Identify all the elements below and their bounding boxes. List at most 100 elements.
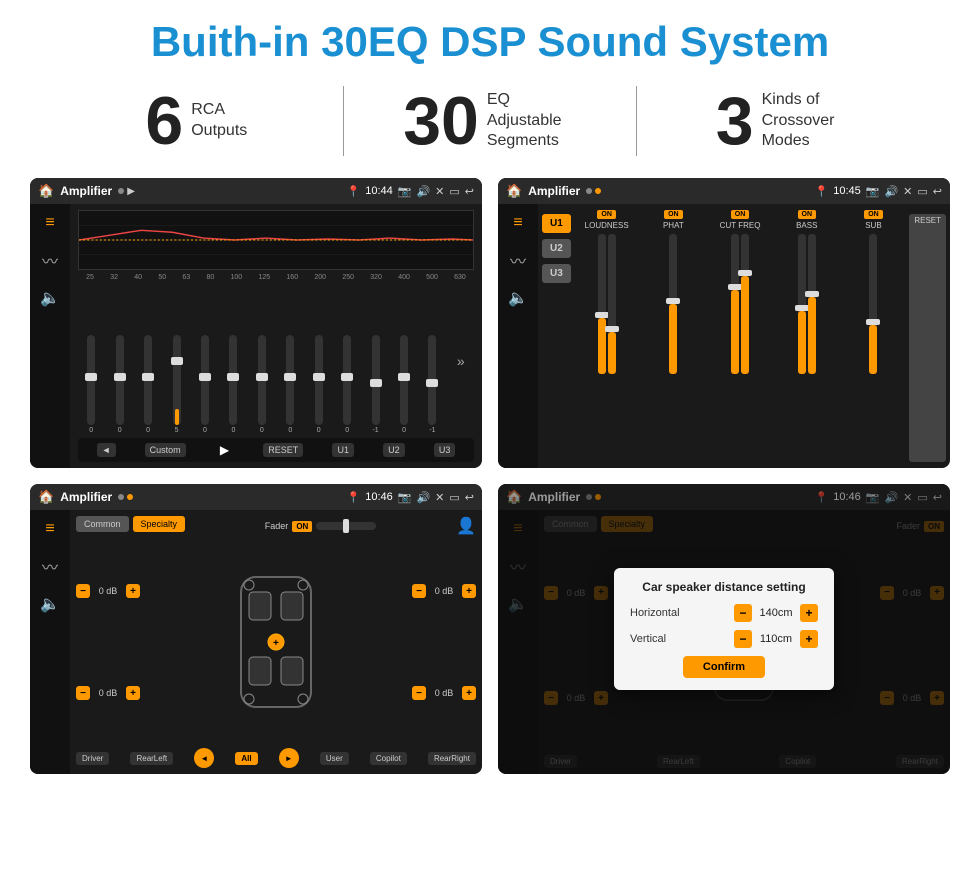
play-button[interactable]: ▶ (215, 441, 234, 459)
wave-icon-3[interactable]: 〰 (42, 554, 58, 578)
slider-track-12[interactable] (400, 335, 408, 425)
u3-button[interactable]: U3 (434, 443, 456, 457)
home-icon[interactable]: 🏠 (38, 183, 54, 199)
bass-thumb-1[interactable] (795, 305, 809, 311)
rearright-btn[interactable]: RearRight (428, 752, 476, 765)
wave-icon-2[interactable]: 〰 (510, 248, 526, 272)
loudness-slider-1[interactable] (598, 234, 606, 374)
slider-thumb-7[interactable] (256, 373, 268, 381)
slider-thumb-11[interactable] (370, 379, 382, 387)
vol-plus-3[interactable]: + (462, 584, 476, 598)
vertical-plus[interactable]: + (800, 630, 818, 648)
vol-plus-4[interactable]: + (462, 686, 476, 700)
eq-icon-3[interactable]: ≡ (45, 520, 54, 538)
cutfreq-thumb-2[interactable] (738, 270, 752, 276)
user-btn[interactable]: User (320, 752, 349, 765)
phat-on[interactable]: ON (664, 210, 683, 219)
reset-button[interactable]: RESET (263, 443, 303, 457)
back-icon-2[interactable]: ↩ (933, 185, 942, 198)
confirm-button[interactable]: Confirm (683, 656, 765, 678)
fader-slider[interactable] (316, 522, 376, 530)
window-icon-2[interactable]: ▭ (917, 185, 927, 198)
eq-right-arrow[interactable]: » (457, 353, 465, 369)
speaker-icon[interactable]: 🔈 (40, 288, 60, 308)
slider-track-8[interactable] (286, 335, 294, 425)
cutfreq-slider-2[interactable] (741, 234, 749, 374)
eq-icon[interactable]: ≡ (45, 214, 54, 232)
speaker-icon-2[interactable]: 🔈 (508, 288, 528, 308)
bass-slider-1[interactable] (798, 234, 806, 374)
slider-track-1[interactable] (87, 335, 95, 425)
u3-select[interactable]: U3 (542, 264, 571, 283)
back-icon[interactable]: ↩ (465, 185, 474, 198)
vol-minus-3[interactable]: − (412, 584, 426, 598)
slider-thumb-12[interactable] (398, 373, 410, 381)
vol-minus-4[interactable]: − (412, 686, 426, 700)
slider-track-3[interactable] (144, 335, 152, 425)
slider-track-6[interactable] (229, 335, 237, 425)
slider-track-10[interactable] (343, 335, 351, 425)
vol-minus-2[interactable]: − (76, 686, 90, 700)
close-icon-3[interactable]: ✕ (435, 491, 444, 504)
nav-left[interactable]: ◄ (194, 748, 214, 768)
horizontal-minus[interactable]: − (734, 604, 752, 622)
slider-track-7[interactable] (258, 335, 266, 425)
slider-thumb-3[interactable] (142, 373, 154, 381)
rearleft-btn[interactable]: RearLeft (130, 752, 173, 765)
speaker-icon-3[interactable]: 🔈 (40, 594, 60, 614)
copilot-btn[interactable]: Copilot (370, 752, 407, 765)
slider-track-9[interactable] (315, 335, 323, 425)
home-icon-3[interactable]: 🏠 (38, 489, 54, 505)
tab-common[interactable]: Common (76, 516, 129, 532)
cutfreq-on[interactable]: ON (731, 210, 750, 219)
sub-thumb-1[interactable] (866, 319, 880, 325)
u1-button[interactable]: U1 (332, 443, 354, 457)
u2-select[interactable]: U2 (542, 239, 571, 258)
u2-button[interactable]: U2 (383, 443, 405, 457)
back-icon-3[interactable]: ↩ (465, 491, 474, 504)
slider-track-4[interactable] (173, 335, 181, 425)
close-icon[interactable]: ✕ (435, 185, 444, 198)
loudness-thumb-1[interactable] (595, 312, 609, 318)
vol-plus-1[interactable]: + (126, 584, 140, 598)
wave-icon[interactable]: 〰 (42, 248, 58, 272)
vol-plus-2[interactable]: + (126, 686, 140, 700)
prev-button[interactable]: ◄ (97, 443, 116, 457)
slider-thumb-13[interactable] (426, 379, 438, 387)
loudness-on[interactable]: ON (597, 210, 616, 219)
home-icon-2[interactable]: 🏠 (506, 183, 522, 199)
nav-right[interactable]: ► (279, 748, 299, 768)
phat-slider-1[interactable] (669, 234, 677, 374)
slider-thumb-6[interactable] (227, 373, 239, 381)
close-icon-2[interactable]: ✕ (903, 185, 912, 198)
horizontal-plus[interactable]: + (800, 604, 818, 622)
slider-track-2[interactable] (116, 335, 124, 425)
slider-thumb-9[interactable] (313, 373, 325, 381)
slider-thumb-10[interactable] (341, 373, 353, 381)
loudness-slider-2[interactable] (608, 234, 616, 374)
window-icon-3[interactable]: ▭ (449, 491, 459, 504)
slider-thumb-4[interactable] (171, 357, 183, 365)
bass-thumb-2[interactable] (805, 291, 819, 297)
window-icon[interactable]: ▭ (449, 185, 459, 198)
slider-track-5[interactable] (201, 335, 209, 425)
crossover-reset-button[interactable]: RESET (909, 214, 946, 462)
fader-on-badge[interactable]: ON (292, 521, 312, 532)
bass-slider-2[interactable] (808, 234, 816, 374)
all-btn[interactable]: All (235, 752, 257, 765)
slider-thumb-1[interactable] (85, 373, 97, 381)
phat-thumb-1[interactable] (666, 298, 680, 304)
slider-track-11[interactable] (372, 335, 380, 425)
loudness-thumb-2[interactable] (605, 326, 619, 332)
slider-thumb-5[interactable] (199, 373, 211, 381)
slider-track-13[interactable] (428, 335, 436, 425)
fader-thumb[interactable] (343, 519, 349, 533)
slider-thumb-2[interactable] (114, 373, 126, 381)
cutfreq-thumb-1[interactable] (728, 284, 742, 290)
u1-select[interactable]: U1 (542, 214, 571, 233)
sub-slider-1[interactable] (869, 234, 877, 374)
vertical-minus[interactable]: − (734, 630, 752, 648)
eq-icon-2[interactable]: ≡ (513, 214, 522, 232)
vol-minus-1[interactable]: − (76, 584, 90, 598)
tab-specialty[interactable]: Specialty (133, 516, 186, 532)
